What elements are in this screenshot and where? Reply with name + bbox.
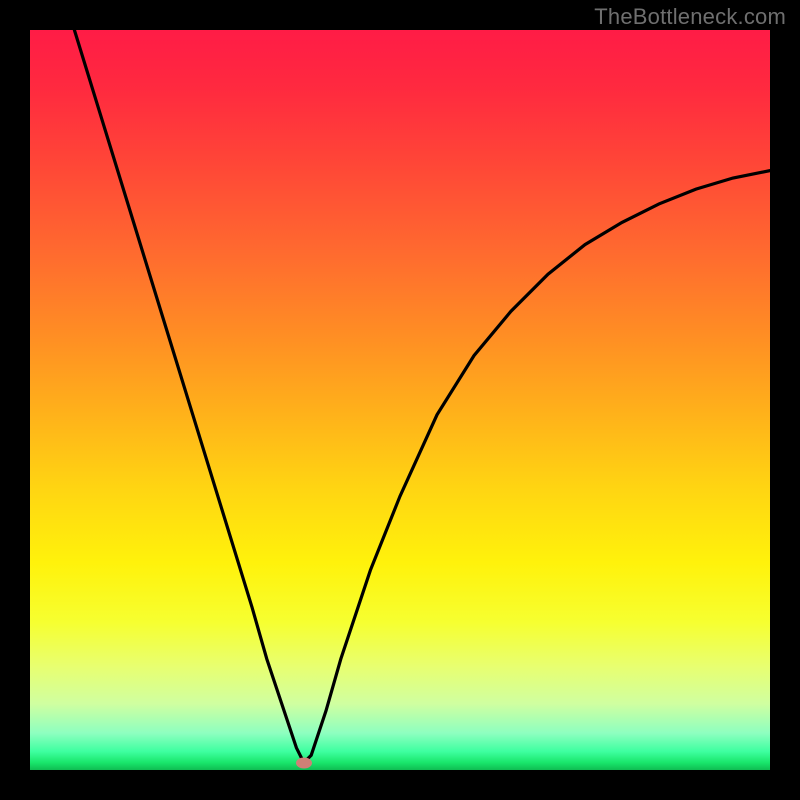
- bottleneck-curve: [30, 30, 770, 770]
- plot-area: [30, 30, 770, 770]
- watermark-text: TheBottleneck.com: [594, 4, 786, 30]
- chart-frame: TheBottleneck.com: [0, 0, 800, 800]
- optimum-marker: [296, 757, 312, 768]
